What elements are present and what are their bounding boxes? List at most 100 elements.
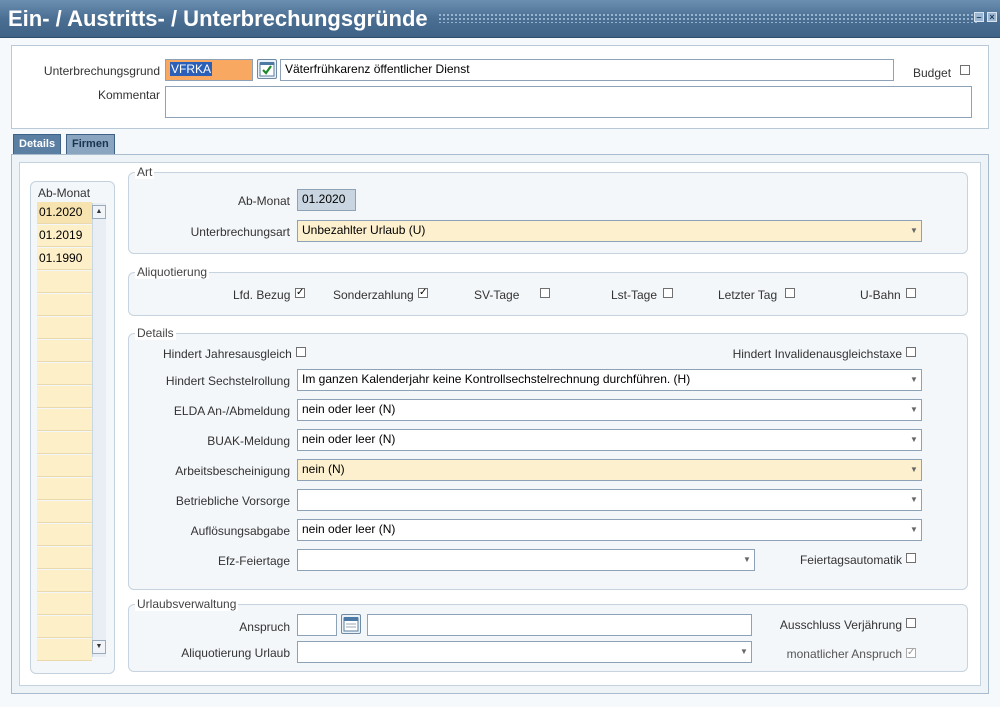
- lfd-bezug-checkbox[interactable]: ✓: [295, 288, 305, 298]
- u-bahn-label: U-Bahn: [860, 288, 901, 302]
- scroll-up-icon[interactable]: ▲: [92, 205, 106, 219]
- unterbrechungsgrund-code-value: VFRKA: [170, 62, 213, 76]
- feiertagsautomatik-checkbox[interactable]: [906, 553, 916, 563]
- month-item[interactable]: 01.2019: [37, 225, 92, 247]
- month-item[interactable]: 01.1990: [37, 248, 92, 270]
- lst-tage-checkbox[interactable]: [663, 288, 673, 298]
- lst-tage-label: Lst-Tage: [611, 288, 658, 302]
- sv-tage-checkbox[interactable]: [540, 288, 550, 298]
- month-item-empty[interactable]: [37, 570, 92, 592]
- window-title: Ein- / Austritts- / Unterbrechungsgründe: [8, 6, 428, 31]
- calendar-button[interactable]: [341, 614, 361, 634]
- aliquotierung-urlaub-select[interactable]: ▼: [297, 641, 752, 663]
- titlebar-pattern: [438, 13, 978, 23]
- sonderzahlung-label: Sonderzahlung: [333, 288, 414, 302]
- month-item-empty[interactable]: [37, 501, 92, 523]
- month-item-label: 01.1990: [39, 251, 83, 265]
- month-item-empty[interactable]: [37, 317, 92, 339]
- hindert-sechstelrollung-label: Hindert Sechstelrollung: [165, 374, 290, 388]
- month-item-label: 01.2019: [39, 228, 83, 242]
- month-list-header: Ab-Monat: [38, 186, 91, 200]
- month-item-selected[interactable]: 01.2020: [37, 202, 92, 224]
- betriebliche-vorsorge-label: Betriebliche Vorsorge: [175, 494, 290, 508]
- aliquotierung-group-title: Aliquotierung: [135, 265, 210, 279]
- chevron-down-icon: ▼: [743, 555, 751, 564]
- sonderzahlung-checkbox[interactable]: ✓: [418, 288, 428, 298]
- month-item-empty[interactable]: [37, 409, 92, 431]
- arbeitsbescheinigung-select[interactable]: nein (N) ▼: [297, 459, 922, 481]
- month-item-empty[interactable]: [37, 547, 92, 569]
- kommentar-input[interactable]: [165, 86, 972, 118]
- ab-monat-input[interactable]: 01.2020: [297, 189, 356, 211]
- elda-value: nein oder leer (N): [302, 402, 396, 416]
- hindert-invalidenausgleichstaxe-checkbox[interactable]: [906, 347, 916, 357]
- hindert-sechstelrollung-value: Im ganzen Kalenderjahr keine Kontrollsec…: [302, 372, 691, 386]
- monatlicher-anspruch-checkbox[interactable]: ✓: [906, 648, 916, 658]
- calendar-icon: [343, 617, 359, 632]
- unterbrechungsgrund-text-input[interactable]: Väterfrühkarenz öffentlicher Dienst: [280, 59, 894, 81]
- chevron-down-icon: ▼: [740, 647, 748, 656]
- anspruch-input[interactable]: [297, 614, 337, 636]
- buak-label: BUAK-Meldung: [207, 434, 290, 448]
- art-group-title: Art: [135, 165, 155, 179]
- month-item-empty[interactable]: [37, 524, 92, 546]
- details-group-title: Details: [135, 326, 176, 340]
- scroll-down-icon[interactable]: ▼: [92, 640, 106, 654]
- close-icon[interactable]: ×: [987, 12, 997, 22]
- budget-label: Budget: [913, 66, 952, 80]
- efz-feiertage-label: Efz-Feiertage: [217, 554, 290, 568]
- hindert-jahresausgleich-checkbox[interactable]: [296, 347, 306, 357]
- unterbrechungsgrund-code-input[interactable]: VFRKA: [165, 59, 253, 81]
- month-item-empty[interactable]: [37, 363, 92, 385]
- buak-select[interactable]: nein oder leer (N) ▼: [297, 429, 922, 451]
- arbeitsbescheinigung-value: nein (N): [302, 462, 345, 476]
- buak-value: nein oder leer (N): [302, 432, 396, 446]
- month-item-empty[interactable]: [37, 639, 92, 661]
- budget-checkbox[interactable]: [960, 65, 970, 75]
- hindert-sechstelrollung-select[interactable]: Im ganzen Kalenderjahr keine Kontrollsec…: [297, 369, 922, 391]
- hindert-jahresausgleich-label: Hindert Jahresausgleich: [163, 347, 292, 361]
- month-item-empty[interactable]: [37, 386, 92, 408]
- month-item-empty[interactable]: [37, 294, 92, 316]
- feiertagsautomatik-label: Feiertagsautomatik: [799, 553, 902, 567]
- ausschluss-verjaehrung-label: Ausschluss Verjährung: [779, 618, 902, 632]
- tab-firmen[interactable]: Firmen: [66, 134, 115, 154]
- ab-monat-label: Ab-Monat: [237, 194, 290, 208]
- month-item-empty[interactable]: [37, 271, 92, 293]
- aufloesungsabgabe-select[interactable]: nein oder leer (N) ▼: [297, 519, 922, 541]
- betriebliche-vorsorge-select[interactable]: ▼: [297, 489, 922, 511]
- kommentar-label: Kommentar: [97, 88, 160, 102]
- aufloesungsabgabe-value: nein oder leer (N): [302, 522, 396, 536]
- month-item-empty[interactable]: [37, 616, 92, 638]
- urlaubsverwaltung-group-title: Urlaubsverwaltung: [135, 597, 239, 611]
- month-item-empty[interactable]: [37, 432, 92, 454]
- chevron-down-icon: ▼: [910, 405, 918, 414]
- letzter-tag-checkbox[interactable]: [785, 288, 795, 298]
- month-item-label: 01.2020: [39, 205, 83, 219]
- lfd-bezug-label: Lfd. Bezug: [233, 288, 291, 302]
- tab-details[interactable]: Details: [13, 134, 62, 154]
- month-item-empty[interactable]: [37, 478, 92, 500]
- minimize-icon[interactable]: –: [974, 12, 984, 22]
- lookup-button[interactable]: [257, 59, 277, 79]
- unterbrechungsart-label: Unterbrechungsart: [190, 225, 290, 239]
- ausschluss-verjaehrung-checkbox[interactable]: [906, 618, 916, 628]
- chevron-down-icon: ▼: [910, 495, 918, 504]
- chevron-down-icon: ▼: [910, 226, 918, 235]
- month-item-empty[interactable]: [37, 455, 92, 477]
- sv-tage-label: SV-Tage: [474, 288, 520, 302]
- unterbrechungsgrund-label: Unterbrechungsgrund: [43, 64, 160, 78]
- anspruch-text-input[interactable]: [367, 614, 752, 636]
- efz-feiertage-select[interactable]: ▼: [297, 549, 755, 571]
- anspruch-label: Anspruch: [239, 620, 290, 634]
- aliquotierung-urlaub-label: Aliquotierung Urlaub: [181, 646, 290, 660]
- u-bahn-checkbox[interactable]: [906, 288, 916, 298]
- arbeitsbescheinigung-label: Arbeitsbescheinigung: [175, 464, 290, 478]
- month-list-scrollbar[interactable]: [92, 203, 106, 657]
- month-item-empty[interactable]: [37, 340, 92, 362]
- elda-label: ELDA An-/Abmeldung: [173, 404, 290, 418]
- month-item-empty[interactable]: [37, 593, 92, 615]
- unterbrechungsart-select[interactable]: Unbezahlter Urlaub (U) ▼: [297, 220, 922, 242]
- aufloesungsabgabe-label: Auflösungsabgabe: [190, 524, 290, 538]
- elda-select[interactable]: nein oder leer (N) ▼: [297, 399, 922, 421]
